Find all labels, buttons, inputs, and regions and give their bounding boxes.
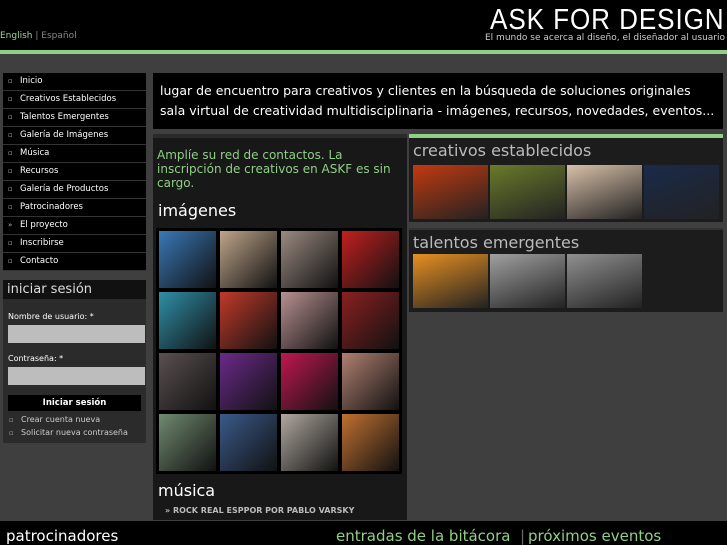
tagline: El mundo se acerca al diseño, el diseñad… [485, 33, 725, 43]
established-creatives-panel: creativos establecidos [409, 134, 723, 222]
creative-thumbnail[interactable] [490, 254, 565, 308]
nav-item-galeria-productos[interactable]: ▫ Galería de Productos [3, 181, 146, 199]
creative-thumbnail[interactable] [567, 165, 642, 219]
gallery-thumbnail[interactable] [220, 231, 277, 288]
images-title: imágenes [158, 201, 237, 220]
images-music-panel: Amplíe su red de contactos. La inscripci… [153, 134, 407, 520]
footer-bar: patrocinadores entradas de la bitácora |… [0, 521, 727, 545]
gallery-thumbnail[interactable] [159, 414, 216, 471]
bullet-icon: ▫ [8, 131, 13, 139]
footer-sponsors[interactable]: patrocinadores [6, 527, 118, 545]
gallery-thumbnail[interactable] [342, 292, 399, 349]
header: ASK FOR DESIGN El mundo se acerca al dis… [0, 0, 727, 50]
intro-line-1: lugar de encuentro para creativos y clie… [160, 83, 691, 98]
nav-item-creativos-establecidos[interactable]: ▫ Creativos Establecidos [3, 91, 146, 109]
nav-item-musica[interactable]: ▫ Música [3, 145, 146, 163]
footer-separator: | [520, 527, 526, 545]
expand-icon: » [8, 221, 13, 229]
nav-item-inicio[interactable]: ▫ Inicio [3, 73, 146, 91]
main-navigation: ▫ Inicio ▫ Creativos Establecidos ▫ Talento… [3, 73, 146, 271]
creative-thumbnail[interactable] [644, 165, 719, 219]
nav-label: Patrocinadores [20, 202, 83, 212]
bullet-icon: ▫ [8, 257, 13, 265]
username-input[interactable] [8, 325, 145, 343]
gallery-thumbnail[interactable] [159, 231, 216, 288]
creative-thumbnail[interactable] [413, 254, 488, 308]
gallery-thumbnail[interactable] [342, 231, 399, 288]
gallery-thumbnail[interactable] [281, 353, 338, 410]
bullet-icon: ▫ [8, 239, 13, 247]
password-label: Contraseña: * [8, 354, 64, 363]
link-label: Crear cuenta nueva [21, 415, 101, 424]
bullet-icon: ▫ [8, 185, 13, 193]
nav-label: Inicio [20, 76, 43, 86]
gallery-thumbnail[interactable] [159, 292, 216, 349]
lang-english[interactable]: English [0, 31, 33, 41]
nav-item-el-proyecto[interactable]: » El proyecto [3, 217, 146, 235]
creative-thumbnail[interactable] [490, 165, 565, 219]
nav-label: Galería de Imágenes [20, 130, 109, 140]
lang-spanish[interactable]: Español [41, 31, 76, 41]
bullet-icon: ▫ [8, 149, 13, 157]
nav-label: Inscribirse [20, 238, 64, 248]
contacts-promo[interactable]: Amplíe su red de contactos. La inscripci… [157, 148, 397, 190]
gallery-thumbnail[interactable] [220, 292, 277, 349]
footer-blog[interactable]: entradas de la bitácora [336, 527, 510, 545]
create-account-link[interactable]: ▫ Crear cuenta nueva [9, 415, 100, 424]
creative-thumbnail[interactable] [567, 254, 642, 308]
login-panel: iniciar sesión Nombre de usuario: * Cont… [3, 280, 146, 443]
bullet-icon: ▫ [9, 429, 14, 437]
footer-events[interactable]: próximos eventos [528, 527, 661, 545]
gallery-thumbnail[interactable] [159, 353, 216, 410]
nav-label: Recursos [20, 166, 59, 176]
bullet-icon: ▫ [8, 77, 13, 85]
login-title: iniciar sesión [3, 280, 146, 299]
nav-label: Música [20, 148, 50, 158]
link-label: Solicitar nueva contraseña [21, 428, 128, 437]
login-button[interactable]: Iniciar sesión [8, 395, 141, 411]
music-item-label: ROCK REAL ESPPOR POR PABLO VARSKY [172, 506, 355, 515]
gallery-thumbnail[interactable] [281, 231, 338, 288]
image-gallery-grid [156, 228, 402, 474]
nav-item-inscribirse[interactable]: ▫ Inscribirse [3, 235, 146, 253]
gallery-thumbnail[interactable] [220, 353, 277, 410]
nav-item-patrocinadores[interactable]: ▫ Patrocinadores [3, 199, 146, 217]
language-switcher: English | Español [0, 31, 77, 41]
music-title: música [158, 481, 216, 500]
creative-thumbnail[interactable] [413, 165, 488, 219]
emerging-title[interactable]: talentos emergentes [413, 233, 579, 252]
nav-label: Creativos Establecidos [20, 94, 117, 104]
gallery-thumbnail[interactable] [342, 353, 399, 410]
bullet-icon: ▫ [8, 203, 13, 211]
header-accent-bar [0, 50, 727, 54]
lang-separator: | [35, 31, 39, 41]
gallery-thumbnail[interactable] [281, 292, 338, 349]
established-title[interactable]: creativos establecidos [413, 141, 591, 160]
bullet-icon: ▫ [8, 95, 13, 103]
intro-banner: lugar de encuentro para creativos y clie… [153, 73, 723, 129]
username-label: Nombre de usuario: * [8, 312, 94, 321]
emerging-talents-panel: talentos emergentes [409, 228, 723, 312]
nav-label: El proyecto [20, 220, 68, 230]
bullet-icon: ▫ [8, 113, 13, 121]
nav-label: Galería de Productos [20, 184, 109, 194]
music-item[interactable]: » ROCK REAL ESPPOR POR PABLO VARSKY [165, 506, 354, 515]
nav-item-contacto[interactable]: ▫ Contacto [3, 253, 146, 271]
nav-item-galeria-imagenes[interactable]: ▫ Galería de Imágenes [3, 127, 146, 145]
nav-item-recursos[interactable]: ▫ Recursos [3, 163, 146, 181]
nav-label: Contacto [20, 256, 59, 266]
gallery-thumbnail[interactable] [220, 414, 277, 471]
arrow-icon: » [165, 506, 171, 515]
intro-line-2: sala virtual de creatividad multidiscipl… [160, 103, 715, 118]
password-input[interactable] [8, 367, 145, 385]
request-password-link[interactable]: ▫ Solicitar nueva contraseña [9, 428, 128, 437]
gallery-thumbnail[interactable] [281, 414, 338, 471]
nav-item-talentos-emergentes[interactable]: ▫ Talentos Emergentes [3, 109, 146, 127]
bullet-icon: ▫ [9, 416, 14, 424]
gallery-thumbnail[interactable] [342, 414, 399, 471]
nav-label: Talentos Emergentes [20, 112, 109, 122]
bullet-icon: ▫ [8, 167, 13, 175]
